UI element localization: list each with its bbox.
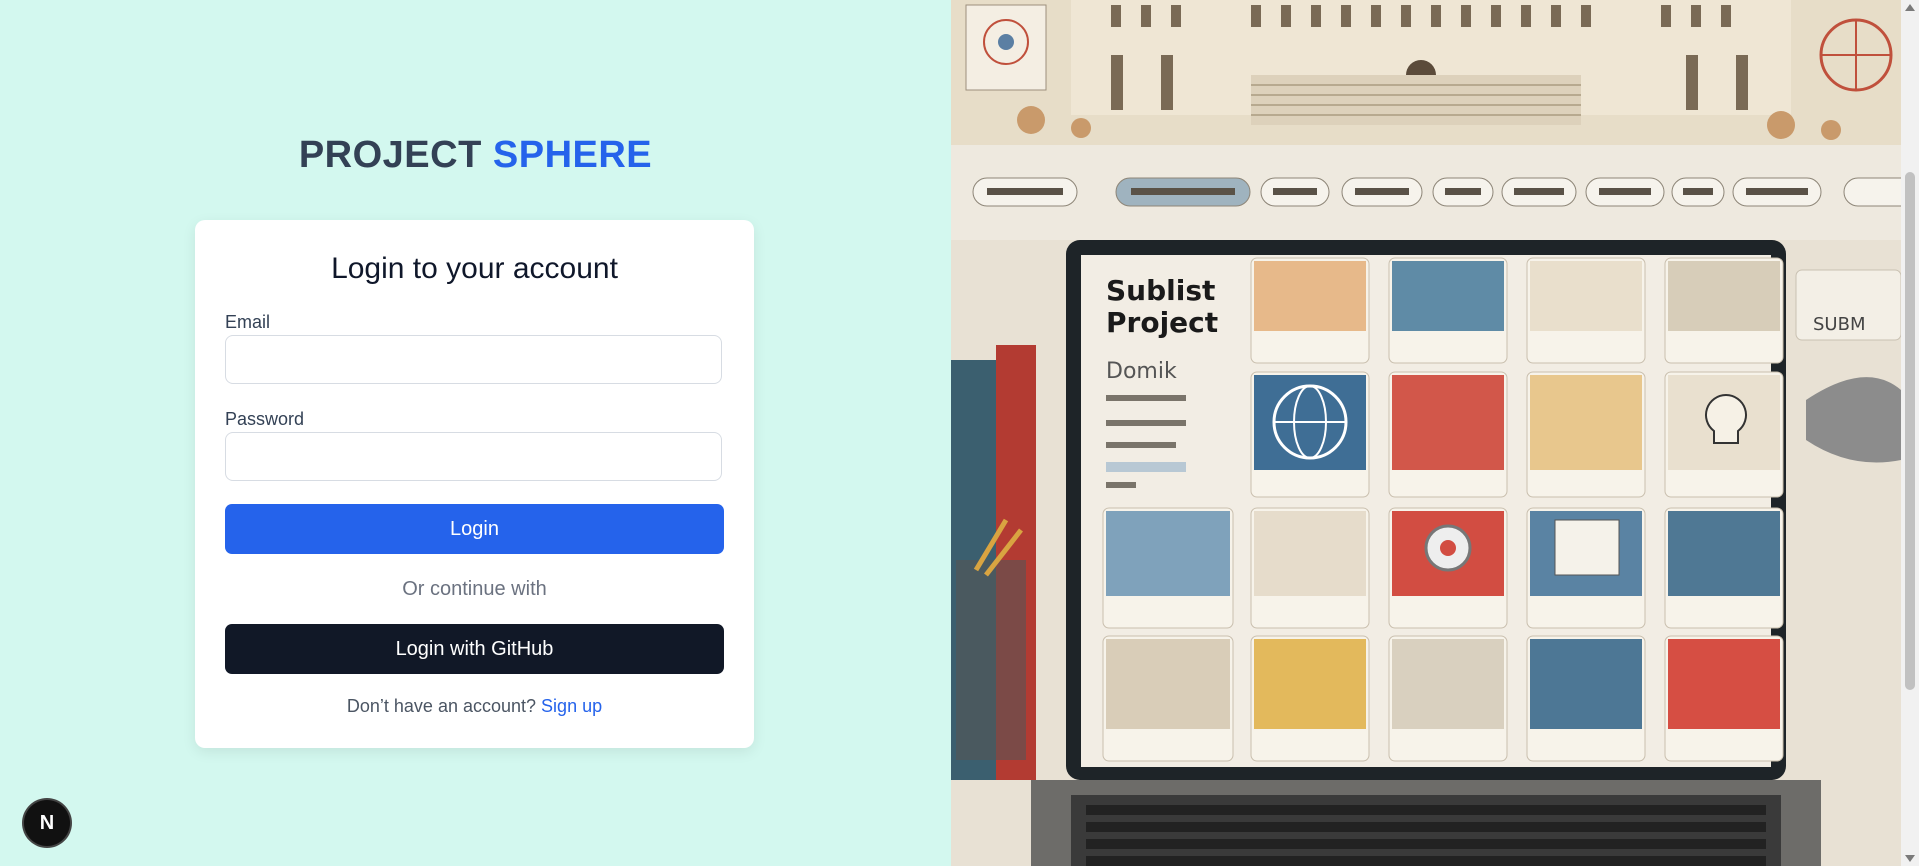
- signup-prompt-text: Don’t have an account?: [346, 696, 537, 716]
- brand-word-project: PROJECT: [298, 134, 482, 176]
- github-login-button[interactable]: Login with GitHub: [225, 624, 724, 674]
- hero-illustration: Sublist Project Domik SUBM: [951, 0, 1901, 866]
- password-field[interactable]: [225, 432, 722, 481]
- login-button[interactable]: Login: [225, 504, 724, 554]
- password-label: Password: [225, 409, 305, 429]
- svg-text:Sublist: Sublist: [1106, 274, 1215, 307]
- email-label: Email: [225, 312, 271, 332]
- login-title: Login to your account: [331, 252, 618, 285]
- scroll-up-icon[interactable]: [1905, 4, 1915, 11]
- svg-text:Project: Project: [1106, 306, 1218, 339]
- email-field[interactable]: [225, 335, 722, 384]
- svg-text:Domik: Domik: [1106, 359, 1177, 384]
- signup-link[interactable]: Sign up: [541, 696, 602, 716]
- nextjs-dev-badge[interactable]: N: [24, 800, 70, 846]
- login-panel: PROJECT SPHERE Login to your account Ema…: [0, 0, 951, 866]
- page-scrollbar[interactable]: [1901, 0, 1919, 866]
- hero-image: Sublist Project Domik SUBM: [951, 0, 1901, 866]
- signup-prompt: Don’t have an account? Sign up: [195, 696, 754, 717]
- brand-word-sphere: SPHERE: [492, 134, 653, 176]
- scrollbar-thumb[interactable]: [1905, 172, 1915, 690]
- login-card: Login to your account Email Password Log…: [195, 220, 754, 748]
- brand-logo: PROJECT SPHERE: [0, 134, 951, 177]
- or-continue-with-text: Or continue with: [402, 578, 547, 600]
- nextjs-n-icon: N: [39, 811, 55, 834]
- scroll-down-icon[interactable]: [1905, 855, 1915, 862]
- svg-text:SUBM: SUBM: [1813, 314, 1865, 335]
